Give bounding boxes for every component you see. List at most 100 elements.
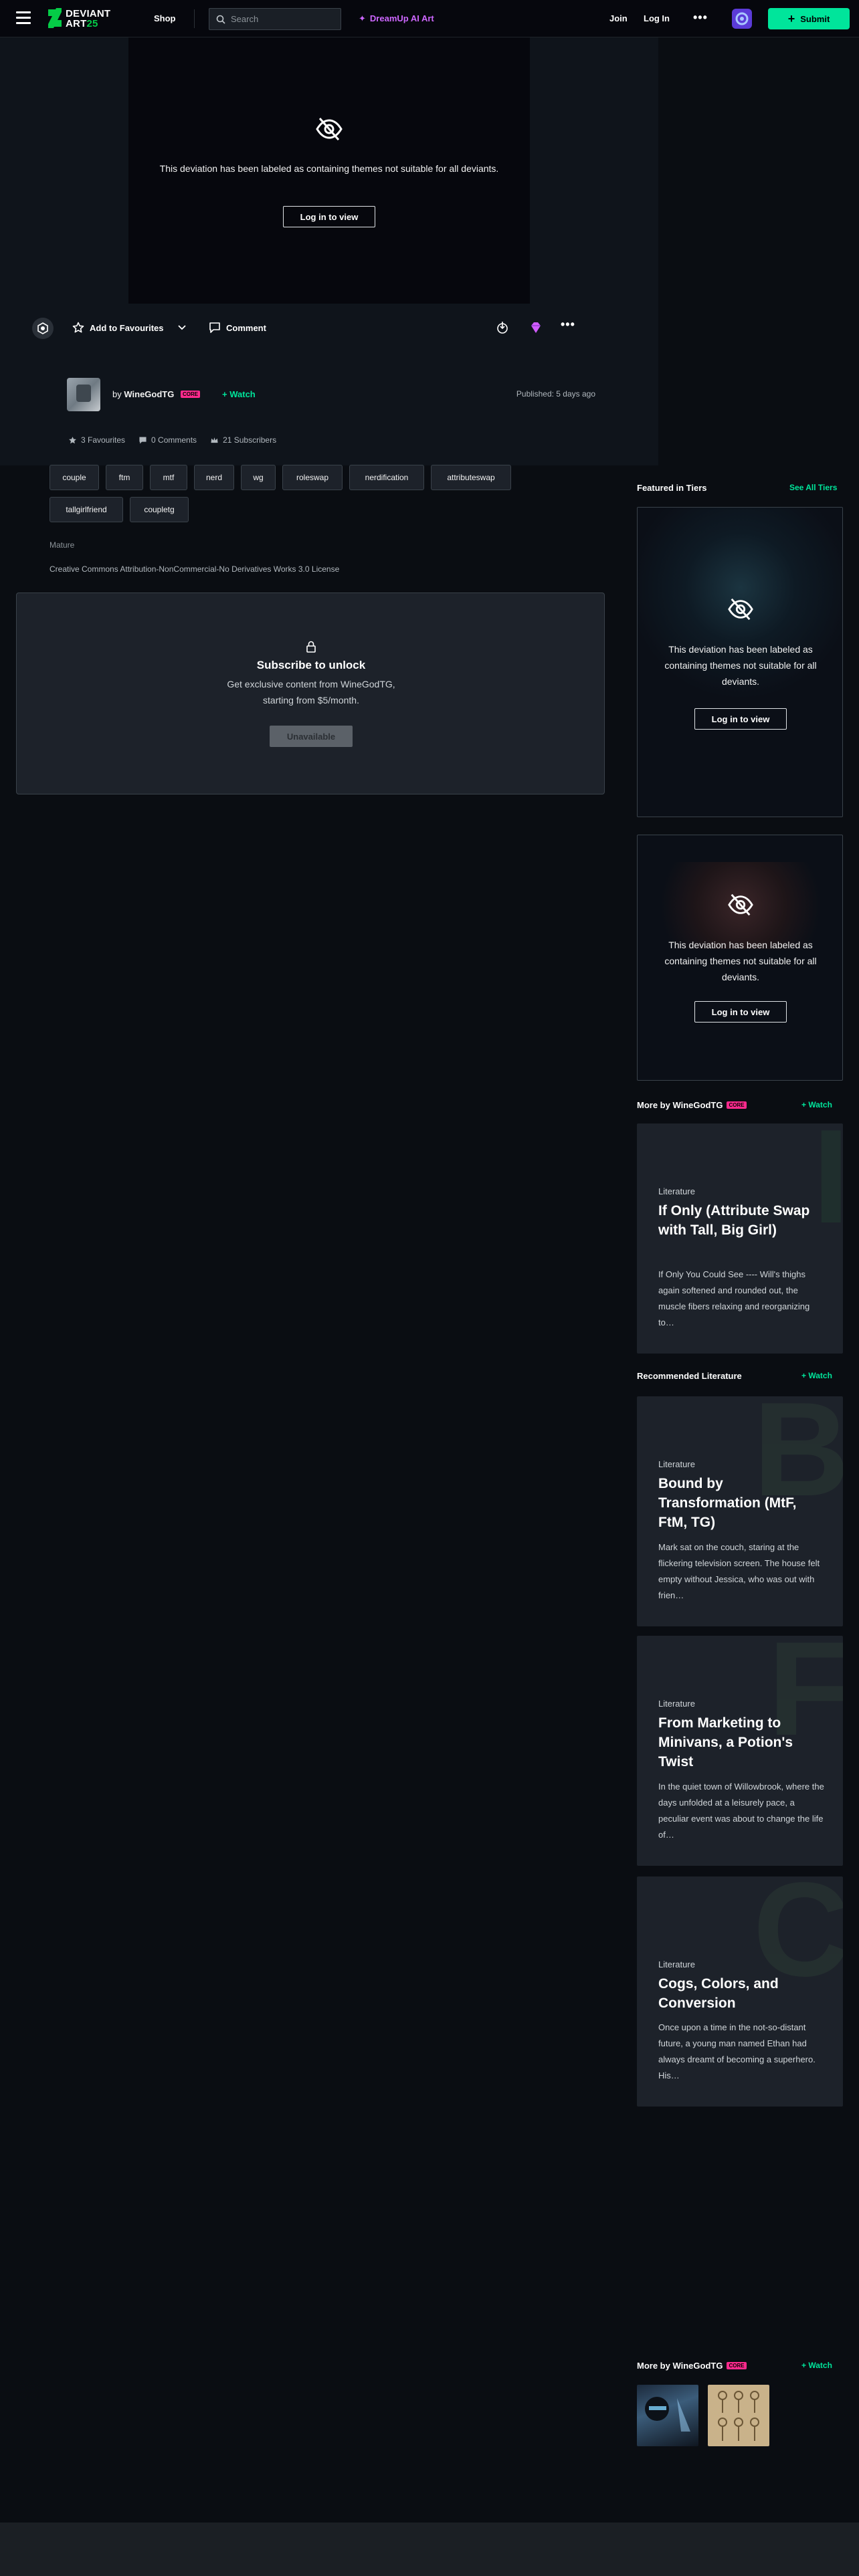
tier-card[interactable]: This deviation has been labeled as conta… — [637, 835, 843, 1081]
favourite-label: Add to Favourites — [90, 322, 164, 333]
recommended-literature-heading: Recommended Literature — [637, 1371, 742, 1381]
deviantart-logo[interactable]: DEVIANT ART25 — [48, 7, 123, 31]
tag-chip[interactable]: nerdification — [349, 465, 424, 490]
tier-login-button[interactable]: Log in to view — [694, 708, 787, 730]
deviantart-mark-icon — [48, 8, 62, 28]
star-icon — [72, 322, 84, 333]
top-navigation: DEVIANT ART25 Shop ✦DreamUp AI Art Join … — [0, 0, 859, 37]
subscribe-description: Get exclusive content from WineGodTG, st… — [227, 679, 395, 706]
watch-label: Watch — [808, 2361, 832, 2370]
tag-chip[interactable]: ftm — [106, 465, 143, 490]
watch-button[interactable]: + Watch — [801, 1371, 832, 1380]
search-box[interactable] — [209, 8, 341, 30]
join-link[interactable]: Join — [609, 13, 628, 23]
lock-icon — [306, 641, 316, 653]
card-title: Cogs, Colors, and Conversion — [658, 1976, 779, 2011]
featured-in-tiers-heading: Featured in Tiers — [637, 483, 707, 493]
favourites-count: 3 Favourites — [81, 435, 126, 445]
subscribe-panel: Subscribe to unlock Get exclusive conten… — [16, 593, 605, 794]
login-to-view-button[interactable]: Log in to view — [283, 206, 375, 227]
search-input[interactable] — [231, 9, 331, 29]
more-actions-button[interactable]: ••• — [561, 318, 575, 332]
published-date: Published: 5 days ago — [516, 389, 595, 399]
literature-card[interactable]: C Literature Cogs, Colors, and Conversio… — [637, 1876, 843, 2107]
watch-button[interactable]: + Watch — [801, 1100, 832, 1109]
chevron-down-icon[interactable] — [177, 323, 187, 332]
submit-label: Submit — [800, 13, 830, 24]
plus-icon: + — [801, 1100, 809, 1109]
tag-chip[interactable]: roleswap — [282, 465, 343, 490]
core-membership-icon[interactable] — [732, 9, 752, 29]
more-by-heading: More by WineGodTG CORE — [637, 1100, 747, 1110]
stats-row: 3 Favourites 0 Comments 21 Subscribers — [68, 435, 276, 445]
eye-slash-icon — [316, 118, 343, 140]
comments-count: 0 Comments — [151, 435, 197, 445]
watch-button[interactable]: + Watch — [801, 2361, 832, 2370]
literature-card[interactable]: F Literature From Marketing to Minivans,… — [637, 1636, 843, 1866]
tag-chip[interactable]: tallgirlfriend — [50, 497, 123, 522]
login-link[interactable]: Log In — [644, 13, 670, 23]
card-excerpt: If Only You Could See ---- Will's thighs… — [658, 1269, 810, 1327]
tier-mature-message: This deviation has been labeled as conta… — [664, 644, 817, 687]
subscribers-count: 21 Subscribers — [223, 435, 277, 445]
avatar[interactable] — [67, 378, 100, 411]
card-excerpt: Mark sat on the couch, staring at the fl… — [658, 1542, 820, 1600]
see-all-tiers-link[interactable]: See All Tiers — [789, 483, 837, 492]
logo-wordmark: DEVIANT ART25 — [66, 9, 110, 29]
watch-label: Watch — [808, 1371, 832, 1380]
more-menu-button[interactable]: ••• — [693, 11, 708, 25]
core-badge: CORE — [180, 391, 201, 398]
comment-icon — [209, 322, 220, 333]
crown-icon — [211, 437, 218, 443]
tier-login-button[interactable]: Log in to view — [694, 1001, 787, 1023]
submit-button[interactable]: + Submit — [768, 8, 850, 29]
literature-card[interactable]: I Literature If Only (Attribute Swap wit… — [637, 1123, 843, 1354]
thumbnail-art — [645, 2397, 690, 2432]
license-link[interactable]: Creative Commons Attribution-NonCommerci… — [50, 564, 339, 574]
card-category: Literature — [658, 1699, 695, 1709]
tag-chip[interactable]: nerd — [194, 465, 234, 490]
literature-card[interactable]: B Literature Bound by Transformation (Mt… — [637, 1396, 843, 1626]
thumbnail-image[interactable] — [637, 2385, 698, 2446]
tag-chip[interactable]: attributeswap — [431, 465, 511, 490]
plus-icon: + — [222, 389, 230, 399]
watch-button[interactable]: + Watch — [222, 389, 256, 399]
dreamup-link[interactable]: ✦ DreamUp AI Art — [359, 13, 434, 24]
comment-icon — [139, 436, 147, 444]
tag-chip[interactable]: mtf — [150, 465, 187, 490]
core-badge: CORE — [727, 2362, 747, 2369]
menu-icon[interactable] — [16, 11, 31, 26]
gem-icon[interactable] — [529, 320, 543, 335]
watch-label: Watch — [229, 389, 256, 399]
unavailable-button[interactable]: Unavailable — [270, 726, 353, 747]
tag-chip[interactable]: wg — [241, 465, 276, 490]
eye-slash-icon — [728, 893, 753, 916]
subscribe-title: Subscribe to unlock — [256, 659, 366, 671]
add-to-favourites-button[interactable]: Add to Favourites — [72, 322, 164, 334]
author-byline: by WineGodTG CORE — [112, 389, 201, 399]
eye-slash-icon — [728, 598, 753, 621]
download-icon[interactable] — [495, 320, 510, 335]
card-category: Literature — [658, 1459, 695, 1469]
logo-anniversary-badge: 25 — [86, 18, 98, 29]
tier-card[interactable]: This deviation has been labeled as conta… — [637, 507, 843, 817]
thumbnail-art — [718, 2391, 759, 2441]
card-title: If Only (Attribute Swap with Tall, Big G… — [658, 1203, 810, 1238]
more-by-heading: More by WineGodTG CORE — [637, 2361, 747, 2371]
comments-stat[interactable]: 0 Comments — [138, 435, 197, 445]
mature-label: Mature — [50, 540, 75, 550]
author-name-link[interactable]: WineGodTG — [124, 389, 174, 399]
by-label: by — [112, 389, 122, 399]
tag-chip[interactable]: coupletg — [130, 497, 189, 522]
favourites-stat[interactable]: 3 Favourites — [68, 435, 125, 445]
shop-link[interactable]: Shop — [154, 13, 176, 23]
tag-chip[interactable]: couple — [50, 465, 99, 490]
badge-icon — [37, 322, 48, 334]
plus-icon: + — [801, 1371, 809, 1380]
comment-button[interactable]: Comment — [209, 322, 266, 334]
badge-gift-button[interactable] — [32, 318, 54, 339]
plus-icon: + — [787, 12, 795, 25]
thumbnail-image[interactable] — [708, 2385, 769, 2446]
card-category: Literature — [658, 1186, 695, 1196]
dreamup-label: DreamUp AI Art — [369, 13, 434, 23]
